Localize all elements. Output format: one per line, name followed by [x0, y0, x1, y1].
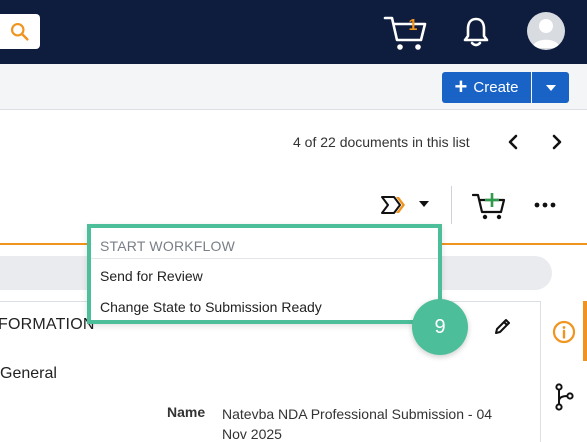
avatar-icon: [532, 19, 560, 48]
menu-item-send-for-review[interactable]: Send for Review: [100, 268, 203, 284]
create-button-label: Create: [473, 79, 519, 96]
more-icon[interactable]: [533, 199, 557, 211]
start-workflow-menu: START WORKFLOW Send for Review Change St…: [87, 224, 442, 324]
menu-item-change-state-submission-ready[interactable]: Change State to Submission Ready: [100, 299, 322, 315]
menu-divider: [91, 258, 438, 259]
document-pager-status: 4 of 22 documents in this list: [293, 134, 470, 150]
name-field-value: Natevba NDA Professional Submission - 04…: [222, 406, 493, 442]
name-field-label: Name: [167, 404, 206, 420]
caret-down-icon[interactable]: [418, 199, 430, 209]
workflow-icon[interactable]: [380, 194, 410, 216]
search-box[interactable]: [0, 14, 40, 49]
plus-icon: +: [454, 73, 468, 99]
chevron-right-icon[interactable]: [549, 133, 565, 151]
top-navigation-bar: 1: [0, 0, 587, 64]
create-dropdown-button[interactable]: [532, 72, 569, 103]
start-workflow-menu-header: START WORKFLOW: [100, 238, 236, 254]
add-to-cart-icon[interactable]: [472, 190, 506, 220]
create-button[interactable]: + Create: [442, 72, 531, 103]
branch-icon[interactable]: [553, 383, 575, 411]
toolbar-divider: [451, 186, 452, 224]
chevron-left-icon[interactable]: [505, 133, 521, 151]
pencil-icon[interactable]: [493, 316, 513, 336]
general-group-label: General: [0, 365, 57, 382]
search-icon[interactable]: [9, 21, 30, 42]
info-icon[interactable]: [552, 320, 576, 344]
bell-icon[interactable]: [461, 15, 491, 49]
caret-down-icon: [545, 84, 556, 91]
section-title: FORMATION: [0, 316, 95, 333]
rail-active-indicator: [583, 301, 587, 361]
step-number-badge: 9: [412, 299, 468, 355]
cart-count-badge: 1: [408, 17, 418, 34]
avatar[interactable]: [527, 12, 565, 50]
